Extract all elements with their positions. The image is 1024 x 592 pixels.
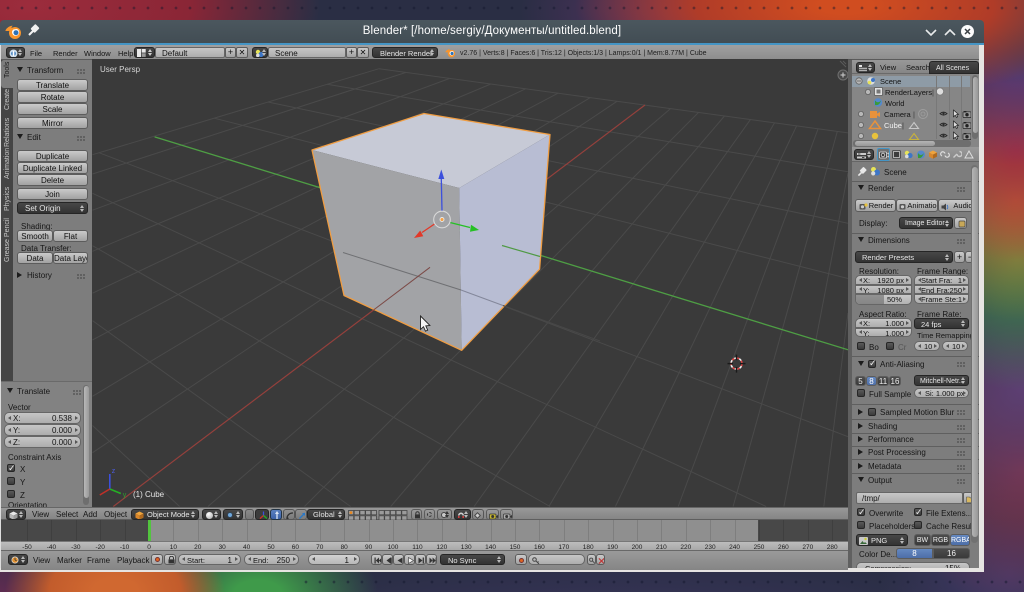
svg-text:y: y <box>123 492 127 499</box>
svg-text:z: z <box>112 468 116 475</box>
svg-text:Cube: Cube <box>884 121 902 130</box>
svg-text:Scene: Scene <box>880 77 901 86</box>
svg-text:(1) Cube: (1) Cube <box>133 490 165 499</box>
svg-text:Camera: Camera <box>884 110 912 119</box>
svg-text:RenderLayers: RenderLayers <box>885 88 932 97</box>
svg-text:World: World <box>885 99 904 108</box>
svg-text:|: | <box>932 88 934 97</box>
svg-text:|: | <box>902 121 904 130</box>
svg-text:|: | <box>913 110 915 119</box>
svg-text:User Persp: User Persp <box>100 65 141 74</box>
